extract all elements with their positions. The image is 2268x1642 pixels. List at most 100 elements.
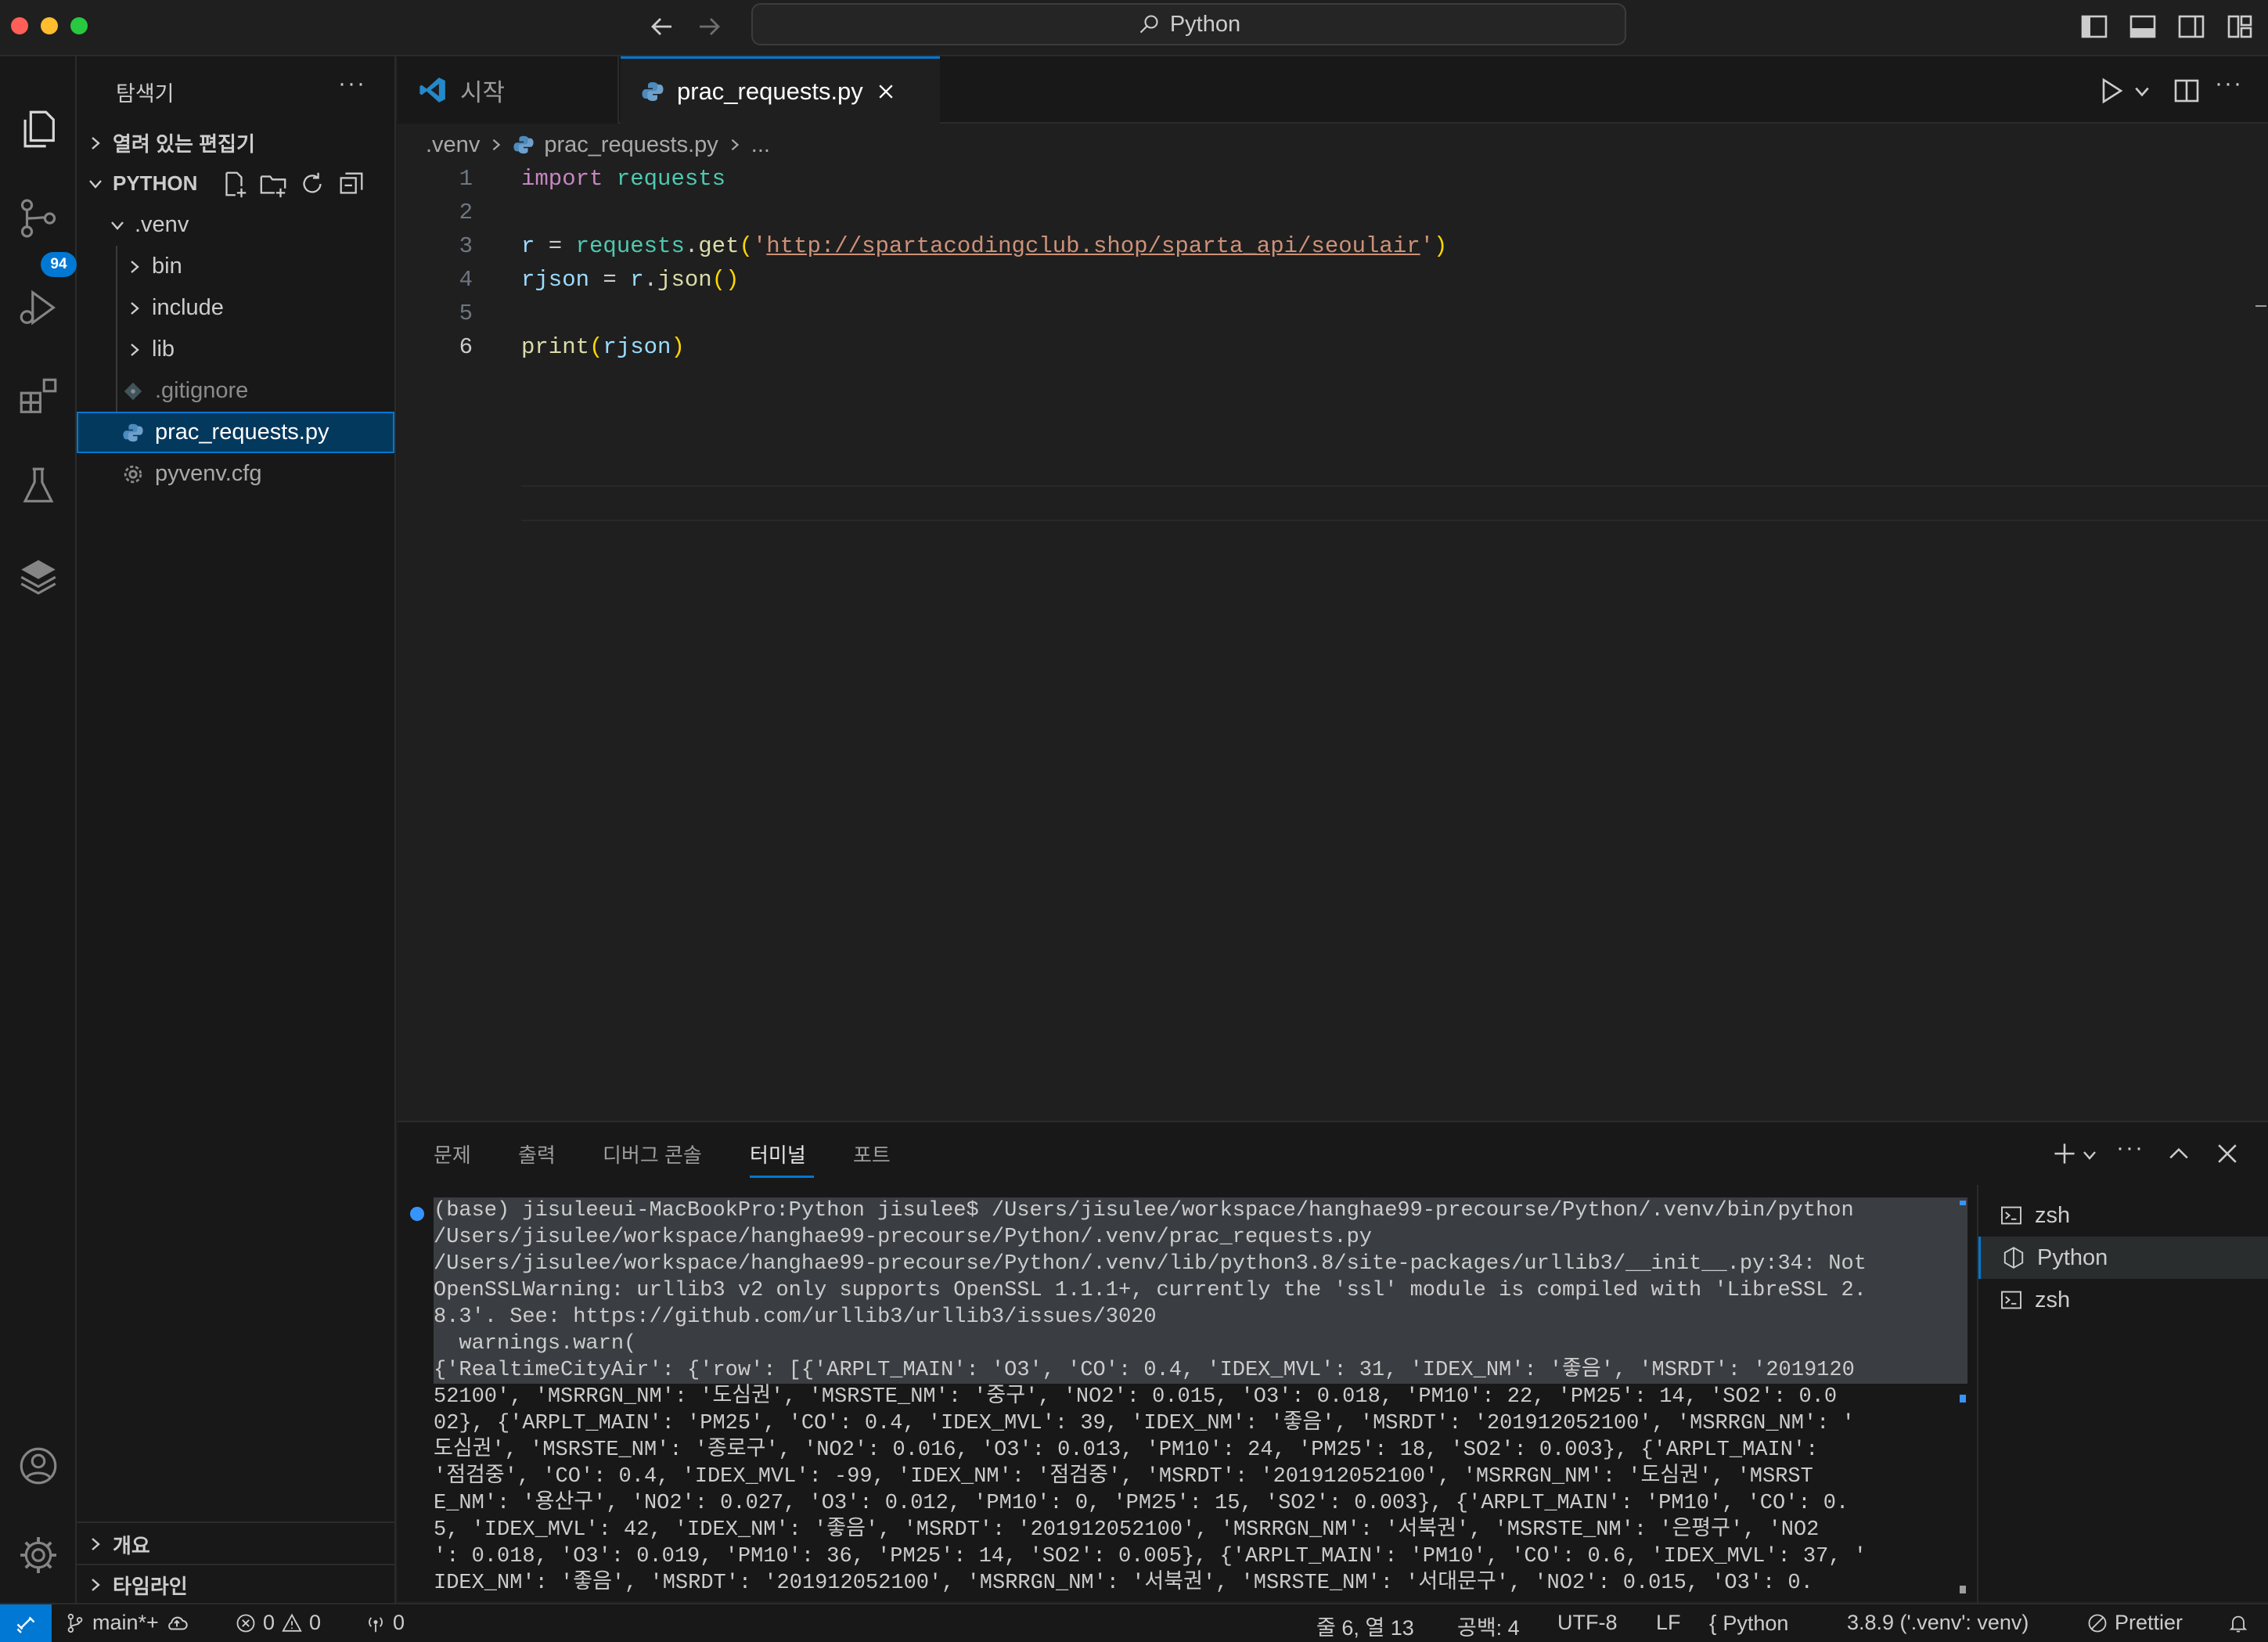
- open-editors-section[interactable]: 열려 있는 편집기: [77, 122, 394, 164]
- code-token: ): [671, 334, 685, 360]
- run-python-file-icon[interactable]: [2096, 75, 2127, 106]
- tab-ports[interactable]: 포트: [853, 1140, 891, 1168]
- warning-icon: [282, 1613, 302, 1632]
- flask-icon: [23, 467, 54, 502]
- testing-view-button[interactable]: [8, 456, 69, 517]
- tab-prac-requests[interactable]: prac_requests.py: [621, 56, 940, 124]
- braces-icon: {: [1709, 1611, 1717, 1635]
- refresh-icon[interactable]: [297, 169, 327, 199]
- folder-label: PYTHON: [113, 171, 198, 195]
- code-token: print: [521, 334, 590, 360]
- python-terminal-icon: [2003, 1247, 2024, 1269]
- section-divider: [77, 1521, 394, 1523]
- language-mode: Python: [1723, 1611, 1789, 1635]
- manage-settings-button[interactable]: [8, 1525, 69, 1586]
- code-url-link[interactable]: http://spartacodingclub.shop/sparta_api/…: [766, 233, 1420, 259]
- tab-output[interactable]: 출력: [518, 1140, 556, 1168]
- code-token: (: [589, 334, 603, 360]
- terminal-tab-zsh[interactable]: zsh: [1978, 1194, 2268, 1237]
- tab-problems[interactable]: 문제: [434, 1140, 471, 1168]
- back-arrow-icon[interactable]: [646, 11, 678, 42]
- extensions-view-button[interactable]: [8, 366, 69, 427]
- code-token: ): [1434, 233, 1448, 259]
- run-debug-icon: [20, 290, 56, 326]
- editor-tab-bar: 시작 prac_requests.py ···: [398, 56, 2268, 124]
- terminal-tab-label: Python: [2037, 1244, 2108, 1270]
- outline-section[interactable]: 개요: [77, 1525, 394, 1564]
- toggle-panel-icon[interactable]: [2127, 11, 2158, 42]
- new-file-icon[interactable]: [219, 169, 249, 199]
- cursor-position[interactable]: 줄 6, 열 13: [1316, 1611, 1414, 1641]
- breadcrumb: .venv prac_requests.py ...: [398, 124, 2268, 166]
- timeline-label: 타임라인: [113, 1574, 188, 1598]
- notifications-bell-icon[interactable]: [2227, 1612, 2249, 1634]
- collapse-all-icon[interactable]: [337, 169, 366, 199]
- terminal-line: 도심권', 'MSRSTE_NM': '종로구', 'NO2': 0.016, …: [434, 1439, 1819, 1462]
- tab-debug-console[interactable]: 디버그 콘솔: [603, 1140, 702, 1168]
- breadcrumb-folder[interactable]: .venv: [426, 132, 480, 158]
- split-editor-icon[interactable]: [2171, 75, 2202, 106]
- problems-button[interactable]: 0 0: [235, 1611, 321, 1635]
- breadcrumb-file[interactable]: prac_requests.py: [544, 132, 718, 158]
- close-window-button[interactable]: [11, 17, 28, 34]
- terminal-scrollbar[interactable]: [1960, 1586, 1966, 1593]
- terminal-line: ': 0.018, 'O3': 0.019, 'PM10': 36, 'PM25…: [434, 1545, 1867, 1568]
- remote-indicator-button[interactable]: [0, 1604, 52, 1642]
- terminal-tab-python[interactable]: Python: [1978, 1237, 2268, 1279]
- maximize-window-button[interactable]: [70, 17, 88, 34]
- tree-item-bin[interactable]: bin: [77, 246, 394, 287]
- code-line-6: print(rjson): [521, 334, 685, 360]
- tree-item-label: include: [152, 295, 224, 320]
- end-of-line[interactable]: LF: [1656, 1611, 1681, 1635]
- line-number: 1: [459, 166, 473, 192]
- explorer-view-button[interactable]: [8, 99, 69, 160]
- tree-item-gitignore[interactable]: .gitignore: [77, 370, 394, 412]
- command-center-search[interactable]: Python: [751, 3, 1626, 45]
- ports-button[interactable]: 0: [365, 1611, 405, 1635]
- tab-terminal[interactable]: 터미널: [750, 1140, 806, 1168]
- tree-item-prac-requests[interactable]: prac_requests.py: [77, 412, 394, 453]
- chevron-down-icon[interactable]: [2082, 1147, 2097, 1163]
- customize-layout-icon[interactable]: [2224, 11, 2255, 42]
- accounts-button[interactable]: [8, 1435, 69, 1496]
- outline-label: 개요: [113, 1533, 150, 1557]
- tree-item-venv[interactable]: .venv: [77, 204, 394, 246]
- editor-more-actions-button[interactable]: ···: [2215, 70, 2243, 97]
- close-icon[interactable]: [876, 81, 896, 102]
- chevron-right-icon: [131, 343, 139, 356]
- toggle-primary-sidebar-icon[interactable]: [2079, 11, 2110, 42]
- language-mode-button[interactable]: { Python: [1709, 1611, 1788, 1636]
- code-editor[interactable]: 1 2 3 4 5 6 import requests r = requests…: [398, 166, 2268, 1121]
- toggle-secondary-sidebar-icon[interactable]: [2176, 11, 2207, 42]
- prettier-button[interactable]: Prettier: [2086, 1611, 2183, 1635]
- sidebar-more-actions-button[interactable]: ···: [338, 70, 366, 97]
- tab-start[interactable]: 시작: [398, 56, 619, 124]
- close-icon[interactable]: [2213, 1140, 2241, 1168]
- tree-item-pyvenv-cfg[interactable]: pyvenv.cfg: [77, 453, 394, 495]
- code-token: import: [521, 166, 603, 192]
- layers-view-button[interactable]: [8, 545, 69, 606]
- chevron-down-icon[interactable]: [2133, 83, 2151, 100]
- terminal-tab-zsh[interactable]: zsh: [1978, 1279, 2268, 1321]
- timeline-section[interactable]: 타임라인: [77, 1565, 394, 1604]
- new-terminal-icon[interactable]: [2050, 1140, 2079, 1168]
- minimize-window-button[interactable]: [41, 17, 58, 34]
- tree-item-include[interactable]: include: [77, 287, 394, 329]
- indentation[interactable]: 공백: 4: [1457, 1611, 1520, 1641]
- panel-more-actions-button[interactable]: ···: [2116, 1135, 2144, 1161]
- terminal-line: IDEX_NM': '좋음', 'MSRDT': '201912052100',…: [434, 1572, 1813, 1595]
- forward-arrow-icon[interactable]: [693, 11, 725, 42]
- git-branch-button[interactable]: main*+: [64, 1611, 189, 1635]
- chevron-right-icon: [92, 136, 100, 149]
- terminal-line: /Users/jisulee/workspace/hanghae99-preco…: [434, 1251, 1967, 1277]
- maximize-panel-icon[interactable]: [2165, 1140, 2193, 1168]
- encoding[interactable]: UTF-8: [1557, 1611, 1618, 1635]
- new-folder-icon[interactable]: [258, 169, 288, 199]
- run-debug-view-button[interactable]: [8, 277, 69, 338]
- source-control-view-button[interactable]: [8, 188, 69, 249]
- breadcrumb-symbols[interactable]: ...: [751, 132, 770, 158]
- python-folder-section[interactable]: PYTHON: [77, 163, 394, 204]
- python-interpreter[interactable]: 3.8.9 ('.venv': venv): [1847, 1611, 2029, 1635]
- tree-item-lib[interactable]: lib: [77, 329, 394, 370]
- chevron-right-icon: [731, 139, 740, 151]
